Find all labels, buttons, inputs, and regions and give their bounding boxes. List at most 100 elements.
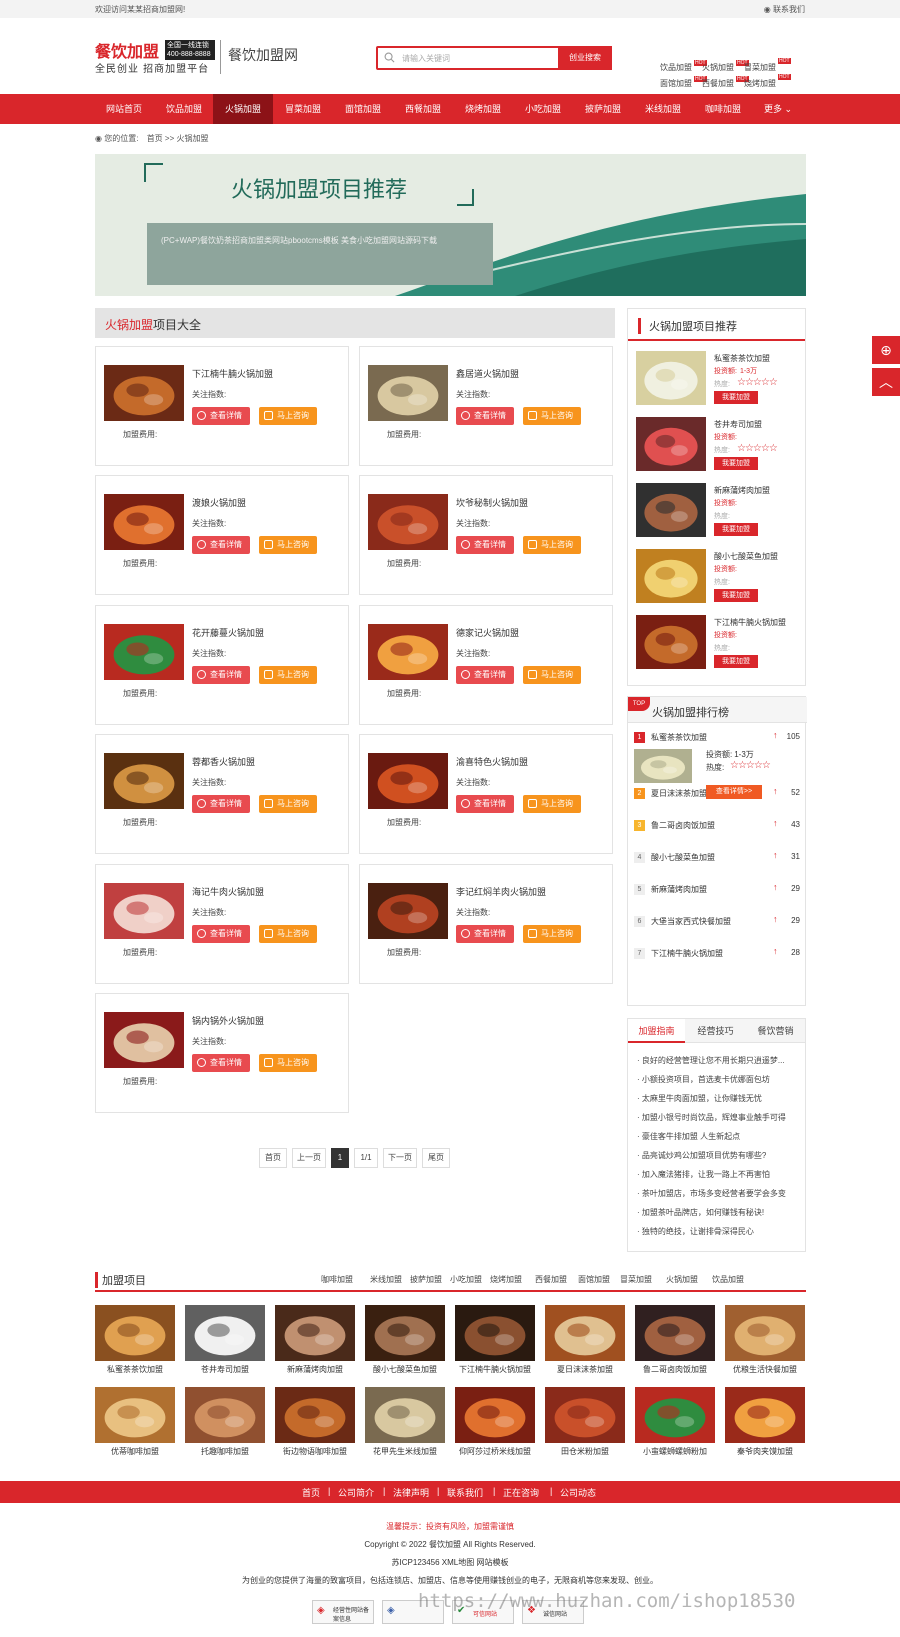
float-consult-button[interactable]: ⊕ <box>872 336 900 364</box>
project-thumb-image-wrap[interactable] <box>275 1305 355 1361</box>
footer-nav-link[interactable]: 公司动态 <box>560 1486 596 1499</box>
news-item[interactable]: · 加入魔法猪排，让我一路上不再害怕 <box>637 1169 770 1180</box>
footer-nav-link[interactable]: 法律声明 <box>393 1486 429 1499</box>
project-thumb-image-wrap[interactable] <box>545 1387 625 1443</box>
project-thumb-name[interactable]: 下江楠牛腩火锅加盟 <box>455 1364 535 1375</box>
project-thumb-image[interactable] <box>725 1305 805 1361</box>
join-button[interactable]: 我要加盟 <box>714 655 758 668</box>
project-name[interactable]: 海记牛肉火锅加盟 <box>192 885 264 898</box>
recommend-name[interactable]: 私蜜茶茶饮加盟 <box>714 353 770 364</box>
project-thumb-image[interactable] <box>185 1305 265 1361</box>
contact-link[interactable]: ◉ 联系我们 <box>764 4 805 15</box>
news-item[interactable]: · 品亮诚炒鸡公加盟项目优势有哪些? <box>637 1150 766 1161</box>
news-title[interactable]: 太麻里牛肉面加盟，让你赚钱无忧 <box>642 1094 762 1103</box>
news-title[interactable]: 加盟小银号时尚饮品，辉煌事业触手可得 <box>642 1113 786 1122</box>
recommend-image[interactable] <box>636 549 706 603</box>
news-title[interactable]: 加盟茶叶品牌店，如何赚钱有秘诀! <box>642 1208 764 1217</box>
project-thumb[interactable]: 优粮生活快餐加盟 <box>725 1305 805 1375</box>
project-thumb-name[interactable]: 田仓米粉加盟 <box>545 1446 625 1457</box>
project-thumb-image-wrap[interactable] <box>185 1305 265 1361</box>
rank-name[interactable]: 夏日沫沫茶加盟 <box>651 788 707 799</box>
rank-name[interactable]: 私蜜茶茶饮加盟 <box>651 732 707 743</box>
ranking-item[interactable]: 6 大堡当家西式快餐加盟 ↑ 29 <box>634 913 800 933</box>
project-thumb[interactable]: 田仓米粉加盟 <box>545 1387 625 1457</box>
project-thumb-image[interactable] <box>545 1305 625 1361</box>
project-thumb-name[interactable]: 酸小七酸菜鱼加盟 <box>365 1364 445 1375</box>
hot-link[interactable]: 饮品加盟 <box>660 62 692 73</box>
consult-button[interactable]: 马上咨询 <box>523 666 581 684</box>
project-category-link[interactable]: 小吃加盟 <box>450 1274 482 1285</box>
project-thumb[interactable]: 鲁二哥卤肉饭加盟 <box>635 1305 715 1375</box>
project-thumb-image-wrap[interactable] <box>365 1387 445 1443</box>
project-thumb-image[interactable] <box>365 1387 445 1443</box>
project-image[interactable] <box>104 1012 184 1068</box>
project-image[interactable] <box>104 883 184 939</box>
project-thumb-name[interactable]: 街边物语咖啡加盟 <box>275 1446 355 1457</box>
project-thumb-image-wrap[interactable] <box>365 1305 445 1361</box>
consult-button[interactable]: 马上咨询 <box>259 1054 317 1072</box>
consult-button[interactable]: 马上咨询 <box>523 795 581 813</box>
rank-name[interactable]: 酸小七酸菜鱼加盟 <box>651 852 715 863</box>
project-thumb[interactable]: 新麻蒲烤肉加盟 <box>275 1305 355 1375</box>
project-category-link[interactable]: 米线加盟 <box>370 1274 402 1285</box>
project-thumb[interactable]: 下江楠牛腩火锅加盟 <box>455 1305 535 1375</box>
recommend-image-wrap[interactable] <box>636 417 706 471</box>
consult-button[interactable]: 马上咨询 <box>523 925 581 943</box>
project-thumb-name[interactable]: 新麻蒲烤肉加盟 <box>275 1364 355 1375</box>
view-detail-button[interactable]: 查看详情 <box>456 795 514 813</box>
project-thumb-image[interactable] <box>95 1387 175 1443</box>
project-thumb-image[interactable] <box>185 1387 265 1443</box>
project-image-wrap[interactable] <box>104 365 184 421</box>
recommend-image-wrap[interactable] <box>636 351 706 405</box>
recommend-name[interactable]: 下江楠牛腩火锅加盟 <box>714 617 786 628</box>
ranking-item[interactable]: 7 下江楠牛腩火锅加盟 ↑ 28 <box>634 945 800 965</box>
project-thumb-name[interactable]: 托趣咖啡加盟 <box>185 1446 265 1457</box>
hot-link[interactable]: 火锅加盟 <box>702 62 734 73</box>
project-image-wrap[interactable] <box>104 753 184 809</box>
project-image[interactable] <box>368 624 448 680</box>
project-thumb-image[interactable] <box>725 1387 805 1443</box>
view-detail-button[interactable]: 查看详情 <box>456 407 514 425</box>
project-category-link[interactable]: 咖啡加盟 <box>321 1274 353 1285</box>
project-category-link[interactable]: 冒菜加盟 <box>620 1274 652 1285</box>
footer-nav-link[interactable]: 首页 <box>302 1486 320 1499</box>
project-thumb-image-wrap[interactable] <box>275 1387 355 1443</box>
project-thumb-image-wrap[interactable] <box>545 1305 625 1361</box>
project-thumb-name[interactable]: 仰阿莎过桥米线加盟 <box>455 1446 535 1457</box>
consult-button[interactable]: 马上咨询 <box>259 666 317 684</box>
project-thumb[interactable]: 仰阿莎过桥米线加盟 <box>455 1387 535 1457</box>
project-image[interactable] <box>104 753 184 809</box>
hot-link[interactable]: 西餐加盟 <box>702 78 734 89</box>
ranking-item[interactable]: 5 新麻蒲烤肉加盟 ↑ 29 <box>634 881 800 901</box>
project-thumb-image[interactable] <box>635 1387 715 1443</box>
recommend-image[interactable] <box>636 351 706 405</box>
project-name[interactable]: 花开藤蔓火锅加盟 <box>192 626 264 639</box>
project-image-wrap[interactable] <box>368 494 448 550</box>
project-image[interactable] <box>368 753 448 809</box>
news-title[interactable]: 良好的经营管理让您不用长期只逍遥梦... <box>642 1056 785 1065</box>
recommend-image-wrap[interactable] <box>636 549 706 603</box>
join-button[interactable]: 我要加盟 <box>714 391 758 404</box>
back-to-top-button[interactable]: ︿ <box>872 368 900 396</box>
footer-icp[interactable]: 苏ICP123456 XML地图 网站模板 <box>0 1557 900 1568</box>
nav-item-western[interactable]: 西餐加盟 <box>393 94 453 124</box>
recommend-name[interactable]: 新麻蒲烤肉加盟 <box>714 485 770 496</box>
news-item[interactable]: · 加盟茶叶品牌店，如何赚钱有秘诀! <box>637 1207 764 1218</box>
project-thumb-image-wrap[interactable] <box>455 1305 535 1361</box>
project-thumb-image-wrap[interactable] <box>95 1387 175 1443</box>
recommend-name[interactable]: 苍井寿司加盟 <box>714 419 762 430</box>
nav-item-drinks[interactable]: 饮品加盟 <box>155 94 213 124</box>
view-detail-button[interactable]: 查看详情 <box>192 795 250 813</box>
project-image-wrap[interactable] <box>368 883 448 939</box>
project-thumb-image-wrap[interactable] <box>635 1387 715 1443</box>
nav-item-pizza[interactable]: 披萨加盟 <box>573 94 633 124</box>
project-image-wrap[interactable] <box>368 753 448 809</box>
project-thumb[interactable]: 街边物语咖啡加盟 <box>275 1387 355 1457</box>
ranking-item[interactable]: 4 酸小七酸菜鱼加盟 ↑ 31 <box>634 849 800 869</box>
project-thumb-image-wrap[interactable] <box>725 1387 805 1443</box>
news-title[interactable]: 加入魔法猪排，让我一路上不再害怕 <box>642 1170 770 1179</box>
project-category-link[interactable]: 烧烤加盟 <box>490 1274 522 1285</box>
recommend-image[interactable] <box>636 615 706 669</box>
project-thumb-image[interactable] <box>455 1305 535 1361</box>
project-image-wrap[interactable] <box>368 365 448 421</box>
